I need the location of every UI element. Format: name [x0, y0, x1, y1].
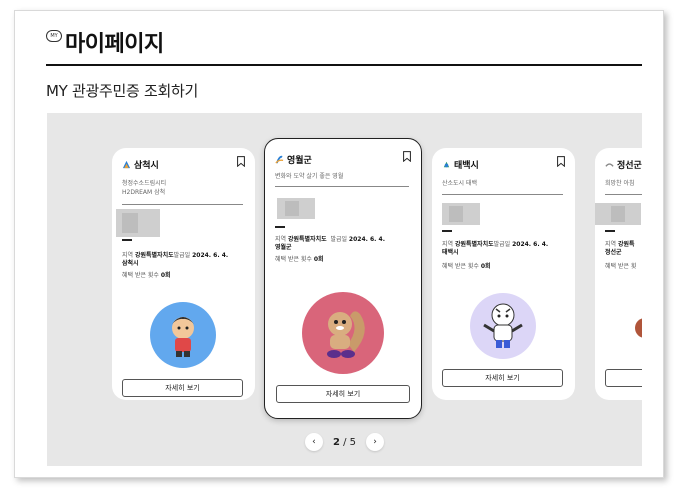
carousel-pager: ‹ 2 / 5 ›	[47, 433, 642, 451]
card-slogan: 산소도시 태백	[442, 180, 478, 187]
card-city-name: 삼척시	[134, 161, 159, 171]
page-title: 마이페이지	[65, 32, 164, 57]
card-benefit-line: 혜택 받은 횟수 0회	[442, 263, 491, 270]
detail-button[interactable]: 자세히 보기	[442, 369, 563, 387]
bookmark-icon[interactable]	[237, 156, 245, 167]
card-header: 정선군	[605, 158, 642, 171]
card-header: 영월군	[275, 151, 411, 166]
mascot-samcheok-icon	[172, 317, 194, 357]
card-dash	[275, 226, 285, 228]
city-logo-icon	[605, 163, 614, 167]
card-region-line: 지역 강원특	[605, 241, 635, 248]
page-title-block: MY 마이페이지	[46, 26, 164, 58]
card-benefit-line: 혜택 받은 횟	[605, 263, 637, 270]
card-header: 삼척시	[122, 156, 245, 171]
detail-button[interactable]	[605, 369, 642, 387]
card-city-line: 삼척시	[122, 260, 139, 267]
resident-card-samcheok[interactable]: 삼척시 청정수소드림시티 H2DREAM 삼척 지역 강원특별자치도발급일 202…	[112, 148, 255, 400]
detail-button[interactable]: 자세히 보기	[122, 379, 243, 397]
card-city-name: 태백시	[454, 161, 479, 171]
mascot-image	[302, 292, 384, 374]
section-title: MY 관광주민증 조회하기	[46, 82, 198, 100]
title-divider	[46, 64, 642, 66]
card-divider	[442, 194, 563, 195]
card-city-line: 영월군	[275, 244, 292, 251]
prev-page-button[interactable]: ‹	[304, 433, 323, 451]
card-region-line: 지역 강원특별자치도발급일 2024. 6. 4.	[122, 252, 229, 259]
blurred-name	[277, 198, 315, 219]
mascot-image	[470, 293, 536, 359]
resident-card-yeongwol[interactable]: 영월군 변화와 도약 살기 좋은 영월 지역 강원특별자치도 발급일 2024.…	[264, 138, 422, 419]
card-city-line: 정선군	[605, 249, 622, 256]
card-city-line: 태백시	[442, 249, 459, 256]
card-benefit-line: 혜택 받은 횟수 0회	[122, 272, 171, 279]
card-carousel[interactable]: 삼척시 청정수소드림시티 H2DREAM 삼척 지역 강원특별자치도발급일 202…	[47, 113, 642, 466]
mascot-image	[150, 302, 216, 368]
resident-card-jeongseon[interactable]: 정선군 희망찬 아침 지역 강원특 정선군 혜택 받은 횟	[595, 148, 642, 400]
card-benefit-line: 혜택 받은 횟수 0회	[275, 256, 324, 263]
blurred-name	[116, 209, 160, 237]
my-badge-icon: MY	[46, 30, 62, 42]
bookmark-icon[interactable]	[403, 151, 411, 162]
card-city-name: 정선군	[617, 161, 642, 171]
card-dash	[605, 230, 615, 232]
detail-button[interactable]: 자세히 보기	[276, 385, 410, 403]
card-region-line: 지역 강원특별자치도 발급일 2024. 6. 4.	[275, 236, 385, 243]
city-logo-icon	[122, 160, 131, 169]
card-slogan: 희망찬 아침	[605, 180, 635, 187]
card-city-name: 영월군	[287, 156, 312, 166]
blurred-name	[442, 203, 480, 225]
card-divider	[605, 194, 642, 195]
card-slogan: 청정수소드림시티 H2DREAM 삼척	[122, 180, 167, 196]
card-divider	[122, 204, 243, 205]
card-region-line: 지역 강원특별자치도발급일 2024. 6. 4.	[442, 241, 549, 248]
mascot-yeongwol-icon	[327, 311, 365, 358]
mascot-taebaek-icon	[483, 303, 523, 348]
card-slogan: 변화와 도약 살기 좋은 영월	[275, 173, 344, 180]
next-page-button[interactable]: ›	[366, 433, 385, 451]
blurred-name	[595, 203, 641, 225]
card-divider	[275, 186, 409, 187]
bookmark-icon[interactable]	[557, 156, 565, 167]
resident-card-taebaek[interactable]: 태백시 산소도시 태백 지역 강원특별자치도발급일 2024. 6. 4. 태백…	[432, 148, 575, 400]
mascot-image	[635, 318, 642, 338]
card-header: 태백시	[442, 156, 565, 171]
page-indicator: 2 / 5	[332, 436, 357, 448]
city-logo-icon	[275, 155, 284, 164]
card-dash	[122, 239, 132, 241]
city-logo-icon	[443, 161, 450, 168]
card-dash	[442, 230, 452, 232]
